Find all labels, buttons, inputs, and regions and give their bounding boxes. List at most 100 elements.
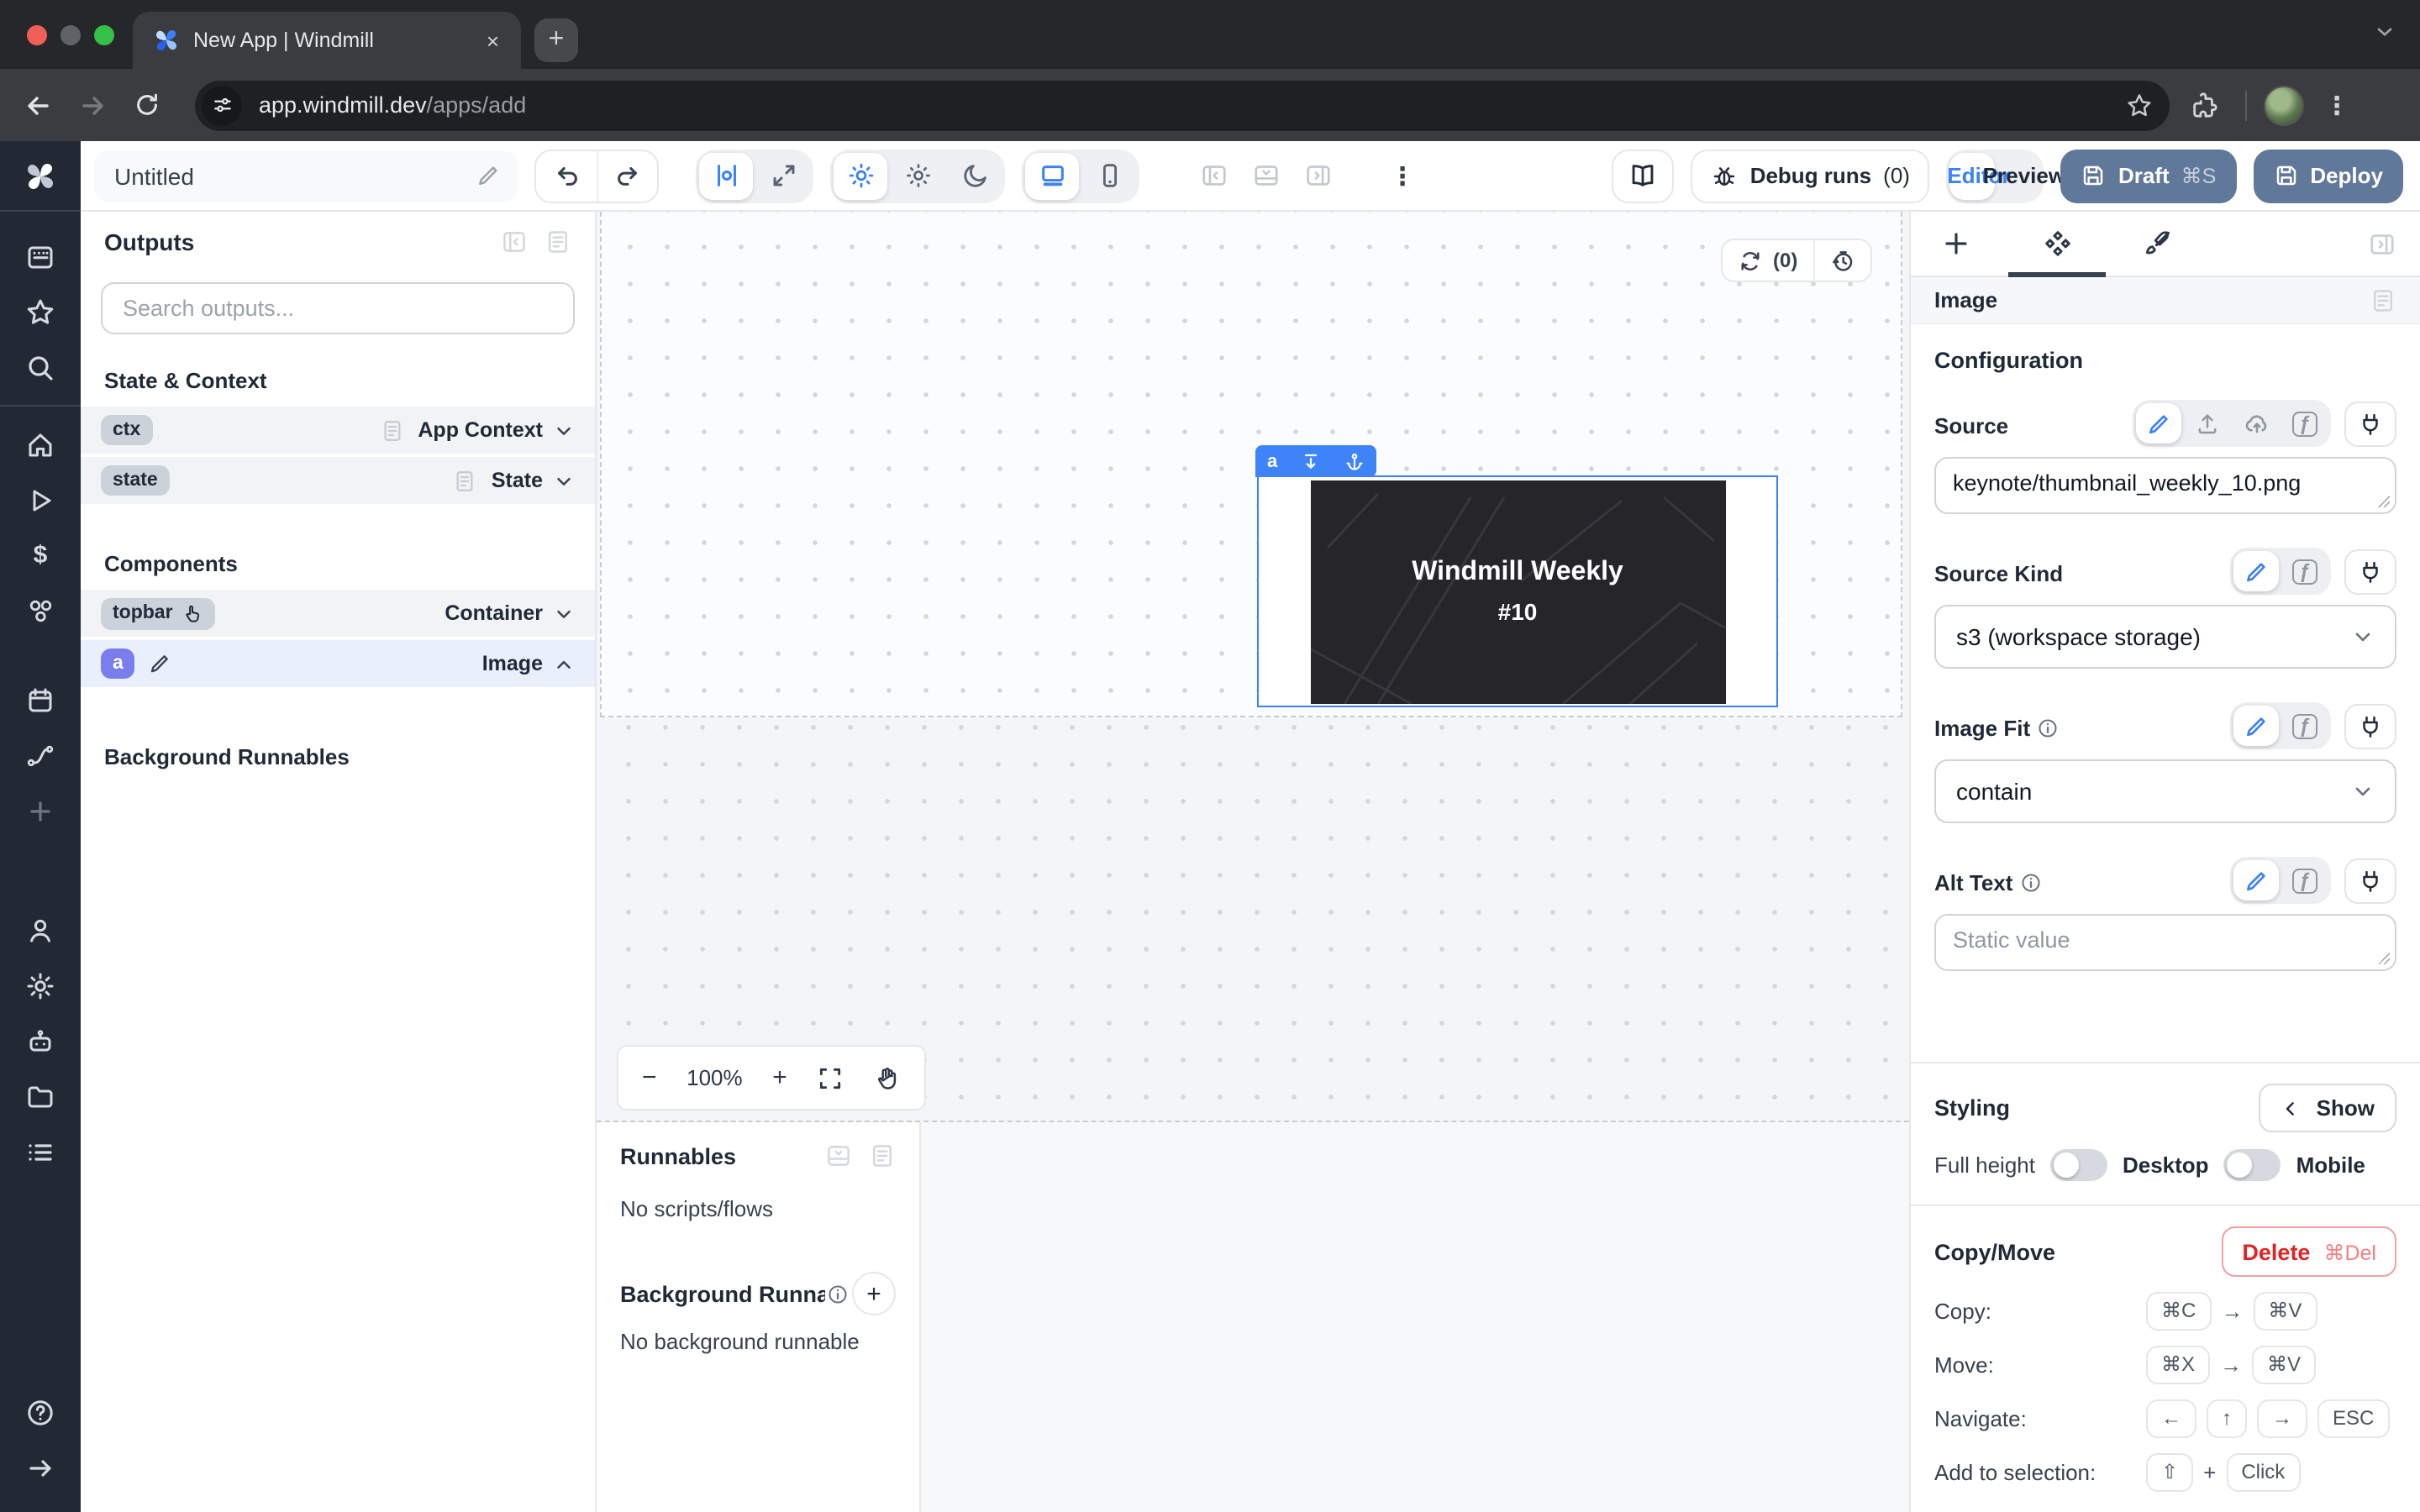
forward-icon[interactable]	[71, 83, 114, 127]
app-title-field[interactable]: Untitled	[94, 150, 518, 201]
dark-theme-button[interactable]	[948, 152, 1002, 199]
sidebar-item-folders[interactable]	[0, 1068, 81, 1124]
sidebar-item-groups[interactable]	[0, 1124, 81, 1179]
tab-overflow-chevron-icon[interactable]	[2373, 20, 2396, 44]
component-row-topbar[interactable]: topbar Container	[81, 590, 595, 637]
image-fit-select[interactable]: contain	[1934, 759, 2396, 823]
app-canvas[interactable]: (0) a	[597, 212, 1909, 1122]
upload-icon[interactable]	[2185, 403, 2230, 444]
component-id-badge[interactable]: a	[1255, 445, 1289, 477]
tab-styling[interactable]	[2136, 212, 2180, 276]
maximize-window-button[interactable]	[94, 25, 114, 45]
sidebar-item-help[interactable]	[0, 1384, 81, 1440]
static-pencil-icon[interactable]	[2233, 706, 2279, 746]
zoom-in-icon[interactable]: +	[772, 1063, 787, 1092]
window-controls[interactable]	[27, 25, 114, 45]
centered-layout-button[interactable]	[699, 152, 753, 199]
rename-pencil-icon[interactable]	[149, 652, 172, 675]
collapse-right-panel-icon[interactable]	[2368, 229, 2396, 258]
tab-close-icon[interactable]: ×	[481, 28, 504, 53]
outputs-doc-icon[interactable]	[544, 228, 571, 255]
light-theme-button[interactable]	[891, 152, 944, 199]
fx-icon[interactable]: ƒ	[2282, 551, 2328, 591]
toggle-left-panel-icon[interactable]	[1200, 161, 1228, 190]
collapse-panel-icon[interactable]	[501, 228, 528, 255]
sidebar-item-schedules[interactable]	[0, 672, 81, 727]
cloud-upload-icon[interactable]	[2233, 403, 2279, 444]
mobile-view-button[interactable]	[1082, 152, 1136, 199]
sidebar-item-settings[interactable]	[0, 958, 81, 1013]
static-pencil-icon[interactable]	[2233, 860, 2279, 900]
outputs-search[interactable]	[101, 282, 575, 334]
sidebar-item-routes[interactable]	[0, 727, 81, 783]
debug-runs-button[interactable]: Debug runs (0)	[1691, 149, 1930, 202]
minimize-window-button[interactable]	[60, 25, 81, 45]
output-row-ctx[interactable]: ctx App Context	[81, 407, 595, 454]
chevron-up-icon[interactable]	[553, 653, 575, 675]
address-bar[interactable]: app.windmill.dev/apps/add	[195, 80, 2170, 130]
toggle-bottom-panel-icon[interactable]	[1252, 161, 1281, 190]
ctx-badge[interactable]: ctx	[101, 415, 152, 445]
styling-show-button[interactable]: Show	[2260, 1084, 2396, 1132]
fx-icon[interactable]: ƒ	[2282, 860, 2328, 900]
toolbar-more-icon[interactable]: ⋮	[1390, 160, 1415, 191]
sidebar-item-home[interactable]	[0, 417, 81, 472]
tab-settings[interactable]	[2035, 212, 2079, 276]
fx-icon[interactable]: ƒ	[2282, 403, 2328, 444]
sidebar-item-add[interactable]	[0, 783, 81, 838]
browser-menu-icon[interactable]: ⋮	[2324, 90, 2349, 120]
output-row-state[interactable]: state State	[81, 457, 595, 504]
sidebar-item-runs[interactable]	[0, 472, 81, 528]
full-height-desktop-toggle[interactable]	[2050, 1149, 2107, 1181]
preview-tab[interactable]: Preview	[1996, 152, 2041, 199]
new-tab-button[interactable]: +	[534, 18, 578, 62]
dollar-icon[interactable]: $	[34, 541, 48, 570]
connect-plug-icon[interactable]	[2344, 703, 2396, 748]
runnables-doc-icon[interactable]	[869, 1142, 896, 1169]
tab-insert[interactable]	[1934, 212, 1978, 276]
pan-hand-icon[interactable]	[874, 1064, 901, 1091]
component-doc-icon[interactable]	[2370, 286, 2396, 313]
desktop-view-button[interactable]	[1025, 152, 1079, 199]
connect-plug-icon[interactable]	[2344, 858, 2396, 903]
back-icon[interactable]	[17, 83, 60, 127]
reload-icon[interactable]	[124, 83, 168, 127]
redo-button[interactable]	[597, 150, 657, 201]
deploy-button[interactable]: Deploy	[2253, 149, 2403, 202]
browser-tab[interactable]: New App | Windmill ×	[133, 12, 521, 69]
undo-button[interactable]	[536, 150, 597, 201]
chevron-down-icon[interactable]	[553, 470, 575, 491]
alt-text-input[interactable]	[1934, 914, 2396, 971]
bookmark-star-icon[interactable]	[2126, 92, 2153, 118]
edit-title-pencil-icon[interactable]	[476, 163, 501, 188]
collapse-down-icon[interactable]	[825, 1142, 852, 1169]
state-badge[interactable]: state	[101, 465, 170, 496]
expand-down-icon[interactable]	[1289, 445, 1333, 477]
auto-theme-button[interactable]	[834, 152, 887, 199]
component-row-image[interactable]: a Image	[81, 640, 595, 687]
refresh-components-button[interactable]: (0)	[1723, 240, 1812, 281]
profile-avatar[interactable]	[2264, 85, 2304, 125]
add-background-runnable-button[interactable]: +	[852, 1272, 896, 1315]
close-window-button[interactable]	[27, 25, 47, 45]
fit-view-icon[interactable]	[817, 1064, 844, 1091]
connect-plug-icon[interactable]	[2344, 549, 2396, 594]
sidebar-item-favorites[interactable]	[0, 284, 81, 339]
source-value-input[interactable]: keynote/thumbnail_weekly_10.png	[1934, 457, 2396, 514]
sidebar-item-users[interactable]	[0, 902, 81, 958]
sidebar-expand-icon[interactable]	[0, 1440, 81, 1495]
image-component-badge[interactable]: a	[101, 648, 135, 679]
history-button[interactable]	[1812, 240, 1870, 281]
sidebar-item-search[interactable]	[0, 339, 81, 395]
site-settings-icon[interactable]	[202, 85, 242, 125]
static-pencil-icon[interactable]	[2136, 403, 2181, 444]
sidebar-item-resources[interactable]	[0, 583, 81, 638]
sidebar-item-apps[interactable]	[0, 228, 81, 284]
windmill-logo[interactable]	[0, 141, 81, 212]
search-outputs-input[interactable]	[119, 294, 556, 323]
topbar-badge[interactable]: topbar	[101, 597, 215, 629]
static-pencil-icon[interactable]	[2233, 551, 2279, 591]
source-kind-select[interactable]: s3 (workspace storage)	[1934, 605, 2396, 669]
delete-button[interactable]: Delete ⌘Del	[2222, 1226, 2396, 1277]
chevron-down-icon[interactable]	[553, 602, 575, 624]
